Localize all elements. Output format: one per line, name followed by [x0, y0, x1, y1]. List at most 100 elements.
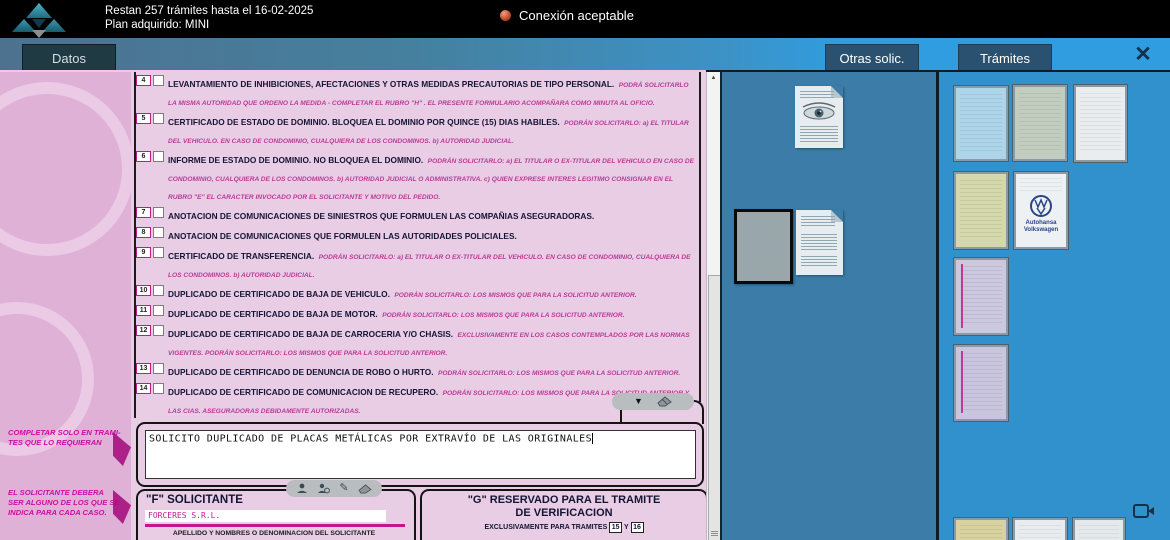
tramite-item: 10 DUPLICADO DE CERTIFICADO DE BAJA DE V…	[136, 284, 698, 302]
item-number: 6	[136, 151, 151, 162]
item-number: 12	[136, 325, 151, 336]
item-title: CERTIFICADO DE TRANSFERENCIA.	[168, 251, 314, 261]
solicitante-input[interactable]: FORCERES S.R.L.	[145, 510, 386, 522]
solicitante-toolbar: ✎	[286, 480, 382, 497]
item-number: 5	[136, 113, 151, 124]
rubro-f-title: "F" SOLICITANTE	[146, 494, 243, 506]
tab-bar: Datos Otras solic. Trámites ✕	[0, 38, 1170, 70]
pencil-icon[interactable]: ✎	[339, 483, 348, 494]
app-window: Restan 257 trámites hasta el 16-02-2025 …	[0, 0, 1170, 540]
margin-note: COMPLETAR SOLO EN TRAMI- TES QUE LO REQU…	[8, 428, 124, 448]
close-icon[interactable]: ✕	[1128, 43, 1158, 67]
scroll-up-icon[interactable]: ▲	[707, 72, 720, 84]
top-header-bar: Restan 257 trámites hasta el 16-02-2025 …	[0, 0, 1170, 38]
tab-datos[interactable]: Datos	[22, 44, 116, 71]
item-checkbox[interactable]	[153, 75, 164, 86]
tramite-item: 13 DUPLICADO DE CERTIFICADO DE DENUNCIA …	[136, 362, 698, 380]
item-checkbox[interactable]	[153, 113, 164, 124]
tramite-item: 11 DUPLICADO DE CERTIFICADO DE BAJA DE M…	[136, 304, 698, 322]
item-subtitle: PODRÁN SOLICITARLO: LOS MISMOS QUE PARA …	[438, 370, 680, 377]
item-checkbox[interactable]	[153, 383, 164, 394]
tab-tramites[interactable]: Trámites	[958, 44, 1052, 71]
form-thumbnail[interactable]	[1013, 518, 1067, 540]
item-title: DUPLICADO DE CERTIFICADO DE BAJA DE MOTO…	[168, 309, 378, 319]
rubro-f-caption: APELLIDO Y NOMBRES O DENOMINACION DEL SO…	[138, 530, 410, 537]
tramite-item: 7 ANOTACION DE COMUNICACIONES DE SINIEST…	[136, 206, 698, 224]
item-title: DUPLICADO DE CERTIFICADO DE COMUNICACION…	[168, 387, 438, 397]
form-thumbnail[interactable]	[954, 518, 1008, 540]
item-checkbox[interactable]	[153, 207, 164, 218]
remaining-tramites-text: Restan 257 trámites hasta el 16-02-2025	[105, 4, 313, 18]
vw-dealer-label: Autohansa	[1016, 220, 1066, 227]
document-thumbnail[interactable]	[796, 210, 843, 275]
rubro-g-box: "G" RESERVADO PARA EL TRAMITE DE VERIFIC…	[420, 489, 706, 540]
vw-brand-label: Volkswagen	[1016, 227, 1066, 234]
tramite-item: 8 ANOTACION DE COMUNICACIONES QUE FORMUL…	[136, 226, 698, 244]
item-checkbox[interactable]	[153, 325, 164, 336]
form-thumbnail[interactable]	[954, 86, 1008, 161]
rubro-g-title2: DE VERIFICACION	[422, 507, 706, 520]
tramite-item: 6 INFORME DE ESTADO DE DOMINIO. NO BLOQU…	[136, 150, 698, 204]
form-thumbnail[interactable]	[954, 258, 1008, 335]
otras-solicitudes-panel	[722, 72, 936, 540]
tramites-panel: Autohansa Volkswagen	[939, 72, 1170, 540]
item-title: DUPLICADO DE CERTIFICADO DE BAJA DE VEHI…	[168, 289, 390, 299]
watermark	[0, 82, 131, 256]
form-08-panel: 4 LEVANTAMIENTO DE INHIBICIONES, AFECTAC…	[131, 72, 706, 540]
item-checkbox[interactable]	[153, 247, 164, 258]
form-border	[699, 72, 701, 402]
item-number: 10	[136, 285, 151, 296]
item-title: DUPLICADO DE CERTIFICADO DE DENUNCIA DE …	[168, 367, 434, 377]
form-scrollbar[interactable]: ▲	[706, 72, 720, 540]
rubro-g-note: EXCLUSIVAMENTE PARA TRAMITES 15 Y 16	[422, 522, 706, 533]
item-checkbox[interactable]	[153, 227, 164, 238]
text-caret	[592, 433, 593, 444]
item-title: ANOTACION DE COMUNICACIONES DE SINIESTRO…	[168, 211, 594, 221]
item-checkbox[interactable]	[153, 305, 164, 316]
item-number: 14	[136, 383, 151, 394]
form-thumbnail[interactable]	[1013, 85, 1067, 161]
document-thumbnail-eye[interactable]	[795, 86, 843, 148]
rubro-e-box: SOLICITO DUPLICADO DE PLACAS METÁLICAS P…	[136, 422, 704, 487]
form-thumbnail[interactable]	[954, 345, 1008, 421]
tab-otras-solic[interactable]: Otras solic.	[825, 44, 919, 71]
item-checkbox[interactable]	[153, 285, 164, 296]
divider	[145, 524, 405, 527]
eraser-icon[interactable]	[358, 484, 372, 494]
app-logo-icon	[10, 1, 68, 37]
item-number: 13	[136, 363, 151, 374]
form-thumbnail[interactable]	[1073, 518, 1125, 540]
rubro-e-textarea[interactable]: SOLICITO DUPLICADO DE PLACAS METÁLICAS P…	[145, 430, 696, 479]
contact-history-icon[interactable]	[317, 483, 330, 494]
rubro-g-title: "G" RESERVADO PARA EL TRAMITE	[422, 494, 706, 507]
item-number: 7	[136, 207, 151, 218]
tramite-list: 4 LEVANTAMIENTO DE INHIBICIONES, AFECTAC…	[136, 74, 698, 418]
plan-text: Plan adquirido: MINI	[105, 18, 313, 32]
item-checkbox[interactable]	[153, 151, 164, 162]
tramite-item: 12 DUPLICADO DE CERTIFICADO DE BAJA DE C…	[136, 324, 698, 360]
video-camera-icon[interactable]	[1133, 503, 1155, 519]
eraser-icon[interactable]	[657, 396, 672, 407]
item-title: DUPLICADO DE CERTIFICADO DE BAJA DE CARR…	[168, 329, 453, 339]
eye-image	[799, 102, 839, 122]
form-thumbnail-volkswagen[interactable]: Autohansa Volkswagen	[1014, 172, 1068, 249]
plan-info: Restan 257 trámites hasta el 16-02-2025 …	[105, 4, 313, 32]
item-checkbox[interactable]	[153, 363, 164, 374]
item-title: ANOTACION DE COMUNICACIONES QUE FORMULEN…	[168, 231, 517, 241]
item-title: INFORME DE ESTADO DE DOMINIO. NO BLOQUEA…	[168, 155, 423, 165]
connection-status: Conexión aceptable	[500, 8, 634, 23]
item-number: 11	[136, 305, 151, 316]
form-thumbnail[interactable]	[1074, 85, 1127, 162]
form-thumbnail[interactable]	[954, 172, 1008, 249]
item-number: 8	[136, 227, 151, 238]
tramite-item: 4 LEVANTAMIENTO DE INHIBICIONES, AFECTAC…	[136, 74, 698, 110]
dropdown-arrow-icon[interactable]: ▼	[634, 397, 643, 406]
form-left-margin: COMPLETAR SOLO EN TRAMI- TES QUE LO REQU…	[0, 72, 131, 540]
contact-person-icon[interactable]	[296, 483, 308, 494]
connection-dot-icon	[500, 10, 511, 21]
margin-note: EL SOLICITANTE DEBERA SER ALGUNO DE LOS …	[8, 488, 124, 518]
tramite-item: 5 CERTIFICADO DE ESTADO DE DOMINIO. BLOQ…	[136, 112, 698, 148]
tramite-16-box: 16	[631, 522, 644, 533]
item-title: CERTIFICADO DE ESTADO DE DOMINIO. BLOQUE…	[168, 117, 560, 127]
document-thumbnail-selected[interactable]	[734, 209, 793, 284]
